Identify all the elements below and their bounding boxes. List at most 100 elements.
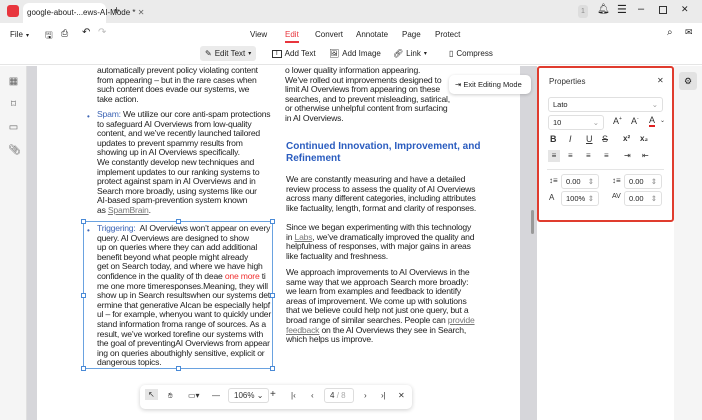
bookmark-icon[interactable]: ⌑ <box>8 99 19 110</box>
app-logo <box>7 5 19 17</box>
properties-panel: Properties ✕ Lato ⌄ 10 ⌄ A+ A- A ⌄ B I U S… <box>537 66 674 222</box>
next-page-icon[interactable]: › <box>364 391 367 400</box>
spambrain-link[interactable]: SpamBrain <box>108 205 149 215</box>
hand-tool-icon[interactable]: ✋︎ <box>168 391 173 401</box>
bullet: • <box>87 112 90 121</box>
menu-convert[interactable]: Convert <box>315 30 343 39</box>
properties-toggle-icon[interactable]: ⚙︎ <box>679 72 697 90</box>
save-icon[interactable]: 🖫 <box>45 28 53 44</box>
align-left-icon[interactable]: ≡ <box>548 150 560 162</box>
menu-annotate[interactable]: Annotate <box>356 30 388 39</box>
provide-feedback-link[interactable]: provide <box>448 315 475 325</box>
decrease-font-icon[interactable]: A- <box>631 116 639 126</box>
exit-icon: ⇥ <box>455 80 462 89</box>
edit-toolbar: ✎ Edit Text ▾ T Add Text 🖼︎ Add Image 🔗︎ Link… <box>0 45 702 65</box>
align-center-icon[interactable]: ≡ <box>568 151 573 160</box>
page-input[interactable]: 4 / 8 <box>324 388 354 403</box>
link-label: Link <box>406 49 421 58</box>
add-image-label: Add Image <box>342 49 381 58</box>
image-icon: 🖼︎ <box>329 49 340 58</box>
spam-paragraph[interactable]: Spam: We utilize our core anti-spam prot… <box>97 109 271 216</box>
link-icon: 🔗︎ <box>393 49 404 58</box>
print-icon[interactable]: ⎙ <box>61 28 68 39</box>
provide-feedback-link-cont[interactable]: feedback <box>286 325 319 335</box>
superscript-icon[interactable]: x² <box>623 134 630 143</box>
italic-icon[interactable]: I <box>569 134 572 144</box>
compress-label: Compress <box>456 49 493 58</box>
menu-protect[interactable]: Protect <box>435 30 460 39</box>
last-page-icon[interactable]: ›| <box>381 391 386 400</box>
comment-icon[interactable]: ▭ <box>8 122 19 133</box>
compress-button[interactable]: ▯ Compress <box>449 49 493 58</box>
divider <box>547 169 664 170</box>
new-tab-icon[interactable]: + <box>113 3 120 17</box>
select-tool-icon[interactable]: ↖ <box>145 389 158 400</box>
justify-icon[interactable]: ≡ <box>604 151 609 160</box>
red-inserted-text: one more <box>224 270 260 281</box>
compress-icon: ▯ <box>449 49 454 58</box>
exit-editing-mode-button[interactable]: ⇥ Exit Editing Mode <box>449 75 531 94</box>
edit-text-label: Edit Text <box>214 49 246 58</box>
search-icon[interactable]: ⌕ <box>667 27 673 38</box>
labs-link[interactable]: Labs <box>294 232 312 242</box>
bell-icon[interactable]: 🔔︎ <box>597 4 610 15</box>
menu-icon[interactable]: ☰ <box>617 3 627 16</box>
document-tab[interactable]: google-about-...ews-AI-Mode * ✕ <box>23 3 144 23</box>
triggering-paragraph[interactable]: Triggering: AI Overviews won’t appear on… <box>97 223 271 368</box>
increase-font-icon[interactable]: A+ <box>613 116 622 126</box>
first-page-icon[interactable]: |‹ <box>291 391 296 400</box>
paragraph-1: We are constantly measuring and have a d… <box>286 174 477 213</box>
left-sidebar: ▦ ⌑ ▭ 📎︎ <box>0 66 27 420</box>
text-color-icon[interactable]: A <box>649 115 656 127</box>
strikethrough-icon[interactable]: S <box>602 134 608 144</box>
char-spacing-input[interactable]: 0.00 ⇕ <box>624 191 662 206</box>
paragraph-spacing-input[interactable]: 0.00 ⇕ <box>624 174 662 189</box>
scrollbar[interactable] <box>531 210 534 234</box>
mail-icon[interactable]: ✉ <box>685 27 693 38</box>
edit-text-button[interactable]: ✎ Edit Text ▾ <box>200 46 257 61</box>
thumbnails-icon[interactable]: ▦ <box>8 76 19 87</box>
zoom-in-icon[interactable]: + <box>270 389 276 400</box>
maximize-icon[interactable] <box>659 6 667 14</box>
char-scale-icon: A <box>549 193 555 202</box>
close-window-icon[interactable]: ✕ <box>681 4 689 15</box>
text-box-icon: T <box>272 49 282 58</box>
text-color-dropdown-icon[interactable]: ⌄ <box>660 117 665 124</box>
outdent-icon[interactable]: ⇤ <box>642 151 649 160</box>
triggering-label: Triggering: <box>97 223 136 233</box>
zoom-out-icon[interactable]: — <box>212 391 220 400</box>
section-heading: Continued Innovation, Improvement, and R… <box>286 141 481 164</box>
file-menu[interactable]: File <box>10 30 23 39</box>
subscript-icon[interactable]: x₂ <box>640 134 648 143</box>
paragraph-2: Since we began experimenting with this t… <box>286 222 475 261</box>
prev-page-icon[interactable]: ‹ <box>311 391 314 400</box>
attachment-icon[interactable]: 📎︎ <box>8 145 21 156</box>
add-image-button[interactable]: 🖼︎ Add Image <box>329 49 381 58</box>
close-properties-icon[interactable]: ✕ <box>657 76 664 85</box>
view-mode-icon[interactable]: ▭▾ <box>188 391 200 400</box>
indent-icon[interactable]: ⇥ <box>624 151 631 160</box>
undo-icon[interactable]: ↶ <box>82 27 90 38</box>
document-page: automatically prevent policy violating c… <box>37 65 520 420</box>
font-size-select[interactable]: 10 ⌄ <box>548 115 604 130</box>
close-bar-icon[interactable]: ✕ <box>398 391 405 400</box>
notification-count[interactable]: 1 <box>578 5 588 18</box>
line-spacing-icon: ↕≡ <box>549 176 558 185</box>
line-spacing-input[interactable]: 0.00 ⇕ <box>561 174 599 189</box>
minimize-icon[interactable]: – <box>638 3 644 15</box>
menu-page[interactable]: Page <box>402 30 421 39</box>
bold-icon[interactable]: B <box>550 134 557 144</box>
menu-view[interactable]: View <box>250 30 267 39</box>
add-text-button[interactable]: T Add Text <box>272 49 316 58</box>
underline-icon[interactable]: U <box>586 134 593 144</box>
redo-icon[interactable]: ↷ <box>98 27 106 38</box>
file-dropdown-icon[interactable]: ▾ <box>26 32 29 39</box>
zoom-select[interactable]: 106% ⌄ <box>228 388 270 403</box>
link-button[interactable]: 🔗︎ Link ▾ <box>393 49 427 58</box>
char-scale-input[interactable]: 100% ⇕ <box>561 191 599 206</box>
font-family-select[interactable]: Lato ⌄ <box>548 97 663 112</box>
menu-edit[interactable]: Edit <box>285 30 299 43</box>
align-right-icon[interactable]: ≡ <box>586 151 591 160</box>
chevron-down-icon: ▾ <box>248 51 252 57</box>
close-tab-icon[interactable]: ✕ <box>138 8 145 17</box>
